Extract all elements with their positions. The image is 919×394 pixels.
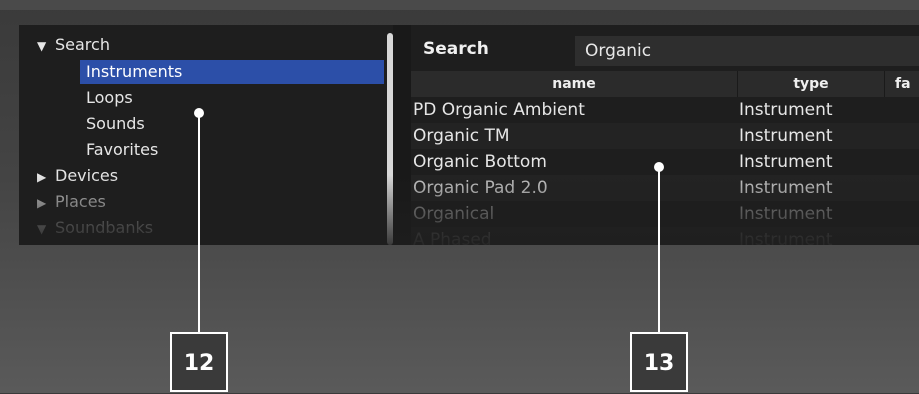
search-label: Search [423, 39, 489, 59]
row-type: Instrument [739, 204, 833, 224]
row-name: Organic Bottom [413, 152, 547, 172]
table-row[interactable]: PD Organic Ambient Instrument [411, 97, 919, 123]
table-row[interactable]: Organic Bottom Instrument [411, 149, 919, 175]
panel-gap [393, 25, 411, 245]
row-type: Instrument [739, 100, 833, 120]
tree-item-sounds[interactable]: Sounds [83, 112, 384, 136]
table-row[interactable]: Organic Pad 2.0 Instrument [411, 175, 919, 201]
tree-item-soundbanks[interactable]: ▼ Soundbanks [37, 216, 153, 240]
tree-item-devices[interactable]: ▶ Devices [37, 164, 118, 188]
row-name: A Phased [413, 230, 492, 245]
callout-line [198, 113, 200, 332]
row-name: PD Organic Ambient [413, 100, 585, 120]
table-row[interactable]: Organic TM Instrument [411, 123, 919, 149]
row-name: Organic TM [413, 126, 510, 146]
results-panel: Search name type fa PD Organic Ambient I… [411, 25, 919, 245]
row-name: Organical [413, 204, 495, 224]
row-name: Organic Pad 2.0 [413, 178, 548, 198]
callout-label-12: 12 [170, 332, 228, 392]
results-header: name type fa [411, 71, 919, 97]
search-input[interactable] [575, 36, 919, 66]
tree-item-search[interactable]: ▼ Search [37, 33, 110, 57]
row-type: Instrument [739, 178, 833, 198]
tree-item-label: Places [55, 192, 106, 211]
tree-item-label: Soundbanks [55, 218, 154, 237]
tree-item-loops[interactable]: Loops [83, 86, 384, 110]
tree-item-favorites[interactable]: Favorites [83, 138, 384, 162]
row-type: Instrument [739, 126, 833, 146]
column-header-name[interactable]: name [411, 71, 737, 97]
column-header-favorite[interactable]: fa [885, 71, 919, 97]
triangle-right-icon[interactable]: ▶ [37, 191, 55, 215]
table-row[interactable]: Organical Instrument [411, 201, 919, 227]
callout-label-13: 13 [630, 332, 688, 392]
row-type: Instrument [739, 152, 833, 172]
browser-tree: ▼ Search Instruments Loops Sounds Favorit… [19, 25, 387, 245]
row-type: Instrument [739, 230, 833, 245]
tree-item-places[interactable]: ▶ Places [37, 190, 106, 214]
triangle-down-icon[interactable]: ▼ [37, 217, 55, 241]
tree-item-instruments[interactable]: Instruments [80, 60, 384, 84]
triangle-right-icon[interactable]: ▶ [37, 165, 55, 189]
top-bar [0, 0, 919, 10]
table-row[interactable]: A Phased Instrument [411, 227, 919, 245]
browser-panel: ▼ Search Instruments Loops Sounds Favorit… [19, 25, 919, 245]
tree-item-label: Search [55, 35, 110, 54]
column-header-type[interactable]: type [738, 71, 884, 97]
tree-item-label: Devices [55, 166, 119, 185]
triangle-down-icon[interactable]: ▼ [37, 34, 55, 58]
callout-line [658, 167, 660, 332]
